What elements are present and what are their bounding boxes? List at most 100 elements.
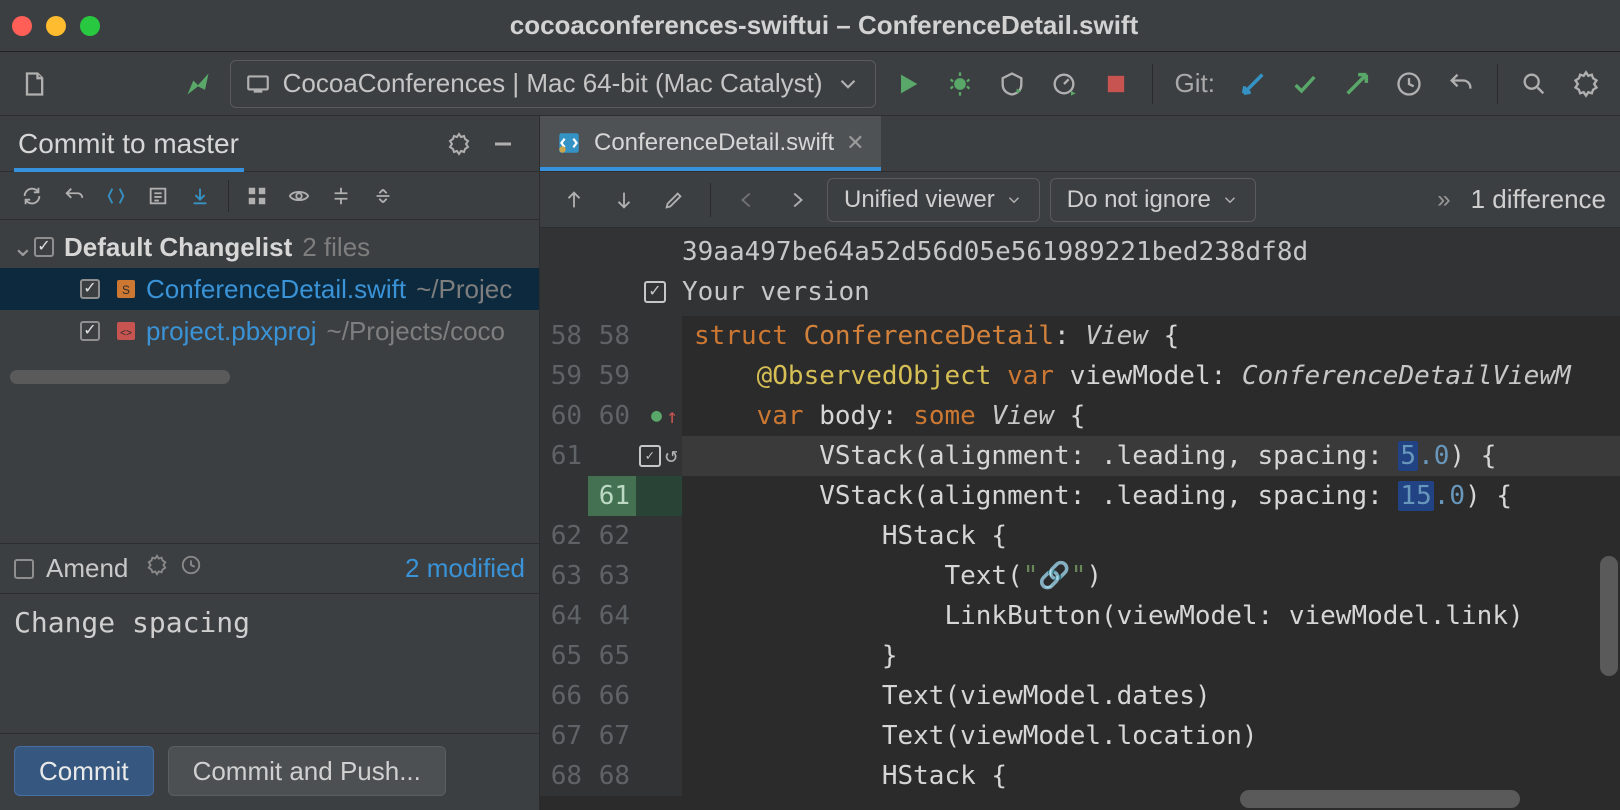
zoom-window-icon[interactable] [80, 16, 100, 36]
gutter-left: 68 [540, 756, 588, 796]
your-version-checkbox[interactable] [644, 281, 666, 303]
horizontal-scrollbar[interactable] [1240, 790, 1520, 808]
close-tab-icon[interactable]: ✕ [846, 130, 864, 156]
nav-forward-icon[interactable] [777, 180, 817, 220]
code-line[interactable]: 6666 Text(viewModel.dates) [540, 676, 1620, 716]
changelist-checkbox[interactable] [34, 237, 54, 257]
changelist-toolbar [0, 172, 539, 220]
commit-panel: Commit to master ⌄ Default Changelist [0, 116, 540, 810]
commit-meta-row: Amend 2 modified [0, 543, 539, 593]
gutter-left: 60 [540, 396, 588, 436]
code-line[interactable]: 6464 LinkButton(viewModel: viewModel.lin… [540, 596, 1620, 636]
file-path: ~/Projec [416, 274, 512, 305]
group-by-icon[interactable] [237, 176, 277, 216]
rollback-icon[interactable] [54, 176, 94, 216]
svg-text:S: S [122, 283, 130, 297]
code-text: Text(viewModel.location) [682, 716, 1620, 756]
minimize-window-icon[interactable] [46, 16, 66, 36]
diff-icon[interactable] [96, 176, 136, 216]
code-line[interactable]: 6060●↑ var body: some View { [540, 396, 1620, 436]
collapse-all-icon[interactable] [363, 176, 403, 216]
code-line[interactable]: 6767 Text(viewModel.location) [540, 716, 1620, 756]
gutter-left: 62 [540, 516, 588, 556]
stop-icon[interactable] [1096, 64, 1136, 104]
gutter-right: 61 [588, 476, 636, 516]
profile-icon[interactable] [1044, 64, 1084, 104]
view-options-icon[interactable] [279, 176, 319, 216]
gutter-icons [636, 356, 682, 396]
gutter-right: 66 [588, 676, 636, 716]
gutter-right: 62 [588, 516, 636, 556]
git-commit-icon[interactable] [1285, 64, 1325, 104]
code-line[interactable]: 6262 HStack { [540, 516, 1620, 556]
commit-options-icon[interactable] [146, 554, 168, 583]
settings-icon[interactable] [1566, 64, 1606, 104]
file-name: project.pbxproj [146, 316, 317, 347]
commit-message-input[interactable] [14, 606, 525, 721]
shelve-icon[interactable] [180, 176, 220, 216]
vertical-scrollbar[interactable] [1600, 556, 1618, 676]
debug-icon[interactable] [940, 64, 980, 104]
swift-file-icon [556, 130, 582, 156]
whitespace-mode-label: Do not ignore [1067, 186, 1211, 214]
window-title: cocoaconferences-swiftui – ConferenceDet… [100, 10, 1548, 41]
code-line[interactable]: 5959 @ObservedObject var viewModel: Conf… [540, 356, 1620, 396]
changelist-node[interactable]: ⌄ Default Changelist 2 files [0, 226, 539, 268]
code-line[interactable]: 6565 } [540, 636, 1620, 676]
tree-horizontal-scrollbar[interactable] [10, 370, 529, 384]
file-checkbox[interactable] [80, 279, 100, 299]
file-row[interactable]: <> project.pbxproj ~/Projects/coco [0, 310, 539, 352]
amend-checkbox[interactable] [14, 559, 34, 579]
code-line[interactable]: 6363 Text("🔗") [540, 556, 1620, 596]
gutter-right: 65 [588, 636, 636, 676]
gutter-icons [636, 516, 682, 556]
code-text: Text(viewModel.dates) [682, 676, 1620, 716]
viewer-mode-label: Unified viewer [844, 186, 995, 214]
edit-icon[interactable] [654, 180, 694, 220]
commit-message-field[interactable] [0, 593, 539, 733]
more-actions-icon[interactable]: » [1437, 186, 1450, 214]
commit-history-icon[interactable] [180, 554, 202, 583]
prev-change-icon[interactable] [554, 180, 594, 220]
code-line[interactable]: 61✓↺ VStack(alignment: .leading, spacing… [540, 436, 1620, 476]
build-icon[interactable] [178, 64, 218, 104]
nav-back-icon[interactable] [727, 180, 767, 220]
editor-tab[interactable]: ConferenceDetail.swift ✕ [540, 116, 881, 171]
next-change-icon[interactable] [604, 180, 644, 220]
minimize-panel-icon[interactable] [485, 126, 521, 162]
run-icon[interactable] [888, 64, 928, 104]
code-diff-view[interactable]: 5858struct ConferenceDetail: View {5959 … [540, 316, 1620, 810]
git-rollback-icon[interactable] [1441, 64, 1481, 104]
modified-count[interactable]: 2 modified [405, 553, 525, 584]
window-controls [12, 16, 100, 36]
code-text: var body: some View { [682, 396, 1620, 436]
git-push-icon[interactable] [1337, 64, 1377, 104]
expand-all-icon[interactable] [321, 176, 361, 216]
refresh-icon[interactable] [12, 176, 52, 216]
file-row[interactable]: S ConferenceDetail.swift ~/Projec [0, 268, 539, 310]
close-window-icon[interactable] [12, 16, 32, 36]
main-toolbar: CocoaConferences | Mac 64-bit (Mac Catal… [0, 52, 1620, 116]
commit-and-push-button[interactable]: Commit and Push... [168, 746, 446, 796]
your-version-label: Your version [682, 277, 870, 307]
file-checkbox[interactable] [80, 321, 100, 341]
gutter-right [588, 436, 636, 476]
changelist-icon[interactable] [138, 176, 178, 216]
git-history-icon[interactable] [1389, 64, 1429, 104]
commit-panel-title: Commit to master [18, 128, 433, 160]
chevron-down-icon [1221, 191, 1239, 209]
run-config-selector[interactable]: CocoaConferences | Mac 64-bit (Mac Catal… [230, 60, 876, 108]
viewer-mode-selector[interactable]: Unified viewer [827, 178, 1040, 222]
gear-icon[interactable] [441, 126, 477, 162]
editor-tabstrip: ConferenceDetail.swift ✕ [540, 116, 1620, 172]
git-update-icon[interactable] [1233, 64, 1273, 104]
code-line[interactable]: 61 VStack(alignment: .leading, spacing: … [540, 476, 1620, 516]
search-icon[interactable] [1514, 64, 1554, 104]
gutter-left: 67 [540, 716, 588, 756]
commit-button[interactable]: Commit [14, 746, 154, 796]
code-line[interactable]: 5858struct ConferenceDetail: View { [540, 316, 1620, 356]
open-file-icon[interactable] [14, 64, 54, 104]
coverage-icon[interactable] [992, 64, 1032, 104]
commit-panel-header: Commit to master [0, 116, 539, 172]
whitespace-mode-selector[interactable]: Do not ignore [1050, 178, 1256, 222]
